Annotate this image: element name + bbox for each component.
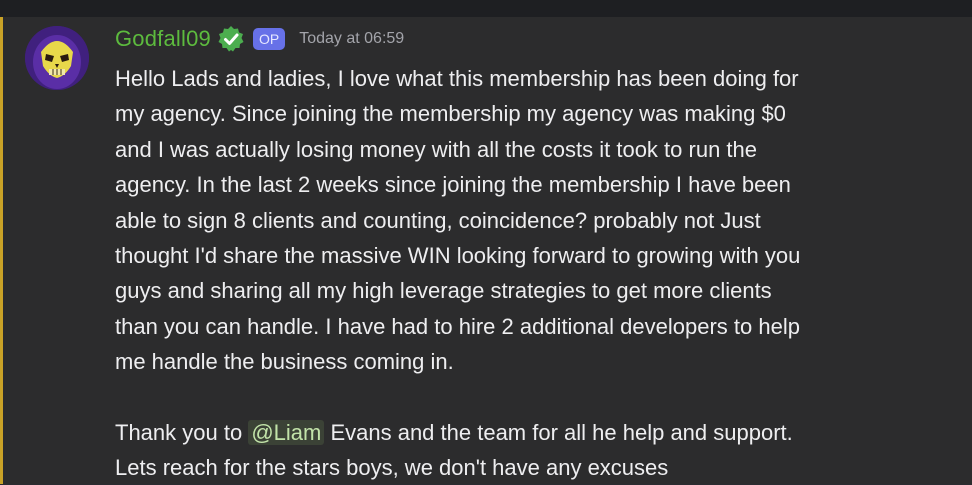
message-line: Lets reach for the stars boys, we don't … [115, 455, 669, 481]
message-header: Godfall09 OP Today at 06:59 [115, 23, 404, 55]
chat-message[interactable]: Godfall09 OP Today at 06:59 Hello Lads a… [0, 17, 972, 484]
message-line: able to sign 8 clients and counting, coi… [115, 207, 761, 233]
op-badge: OP [252, 28, 286, 50]
top-bar [0, 0, 972, 17]
skull-avatar-icon[interactable] [25, 26, 89, 90]
message-line: and I was actually losing money with all… [115, 136, 757, 162]
message-line: me handle the business coming in. [115, 349, 454, 375]
message-line: thought I'd share the massive WIN lookin… [115, 243, 801, 269]
message-line: guys and sharing all my high leverage st… [115, 278, 772, 304]
verified-check-icon [217, 25, 245, 53]
message-line: my agency. Since joining the membership … [115, 101, 786, 127]
message-timestamp[interactable]: Today at 06:59 [299, 30, 404, 48]
thanks-suffix: Evans and the team for all he help and s… [324, 419, 793, 445]
message-content: Hello Lads and ladies, I love what this … [115, 61, 915, 485]
thanks-line: Thank you to @Liam Evans and the team fo… [115, 415, 915, 450]
message-line: agency. In the last 2 weeks since joinin… [115, 172, 791, 198]
message-line: than you can handle. I have had to hire … [115, 313, 800, 339]
mention-highlight-bar [0, 17, 3, 484]
user-mention[interactable]: @Liam [248, 419, 325, 445]
message-line: Hello Lads and ladies, I love what this … [115, 66, 799, 91]
thanks-prefix: Thank you to [115, 419, 249, 445]
username[interactable]: Godfall09 [115, 26, 211, 52]
